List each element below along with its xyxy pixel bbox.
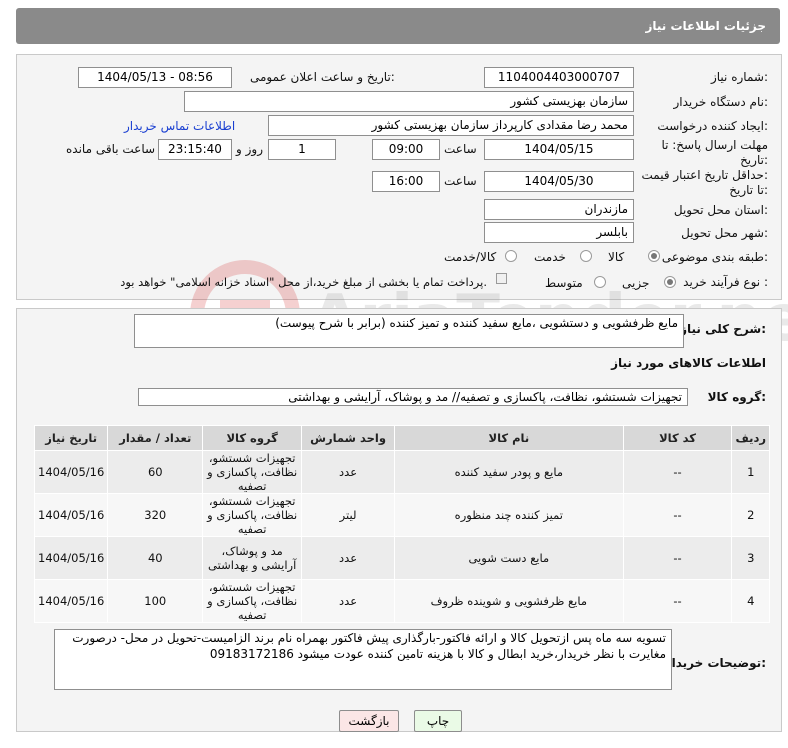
table-header-row: ردیف کد کالا نام کالا واحد شمارش گروه کا… (33, 425, 770, 451)
validity-label: حداقل تاریخ اعتبار قیمت: تا تاریخ: (641, 168, 768, 198)
remaining-label: ساعت باقی مانده (66, 142, 156, 156)
creator-label: ایجاد کننده درخواست: (657, 119, 768, 133)
cell-code: -- (622, 450, 733, 494)
category-radio-goods[interactable] (648, 250, 660, 262)
cell-quantity: 60 (107, 450, 204, 494)
remaining-time-field: 23:15:40 (158, 139, 232, 160)
process-label: نوع فرآیند خرید : (683, 275, 768, 289)
cell-code: -- (622, 579, 733, 623)
table-row: 2 -- تمیز کننده چند منظوره لیتر تجهیزات … (33, 493, 770, 537)
cell-unit: عدد (301, 536, 396, 580)
deadline-label-line2: تاریخ: (740, 153, 768, 167)
category-option-goods: کالا (608, 250, 625, 264)
col-header-group: گروه کالا (202, 425, 303, 451)
cell-date: 1404/05/16 (33, 450, 109, 494)
description-label: شرح کلی نیاز: (680, 322, 766, 336)
deadline-time-label: ساعت (444, 142, 477, 156)
deadline-time-field: 09:00 (372, 139, 440, 160)
announce-label: تاریخ و ساعت اعلان عمومی: (250, 70, 395, 84)
cell-date: 1404/05/16 (33, 536, 109, 580)
print-button[interactable]: چاپ (414, 710, 462, 732)
city-field: بابلسر (484, 222, 634, 243)
page-title: جزئیات اطلاعات نیاز (645, 19, 766, 33)
validity-label-line2: تا تاریخ: (729, 183, 768, 197)
province-field: مازندران (484, 199, 634, 220)
cell-group: تجهیزات شستشو، نظافت، پاکسازی و تصفیه (202, 493, 303, 537)
col-header-date: تاریخ نیاز (33, 425, 109, 451)
city-label: شهر محل تحویل: (681, 226, 768, 240)
cell-quantity: 40 (107, 536, 204, 580)
buyer-notes-field: تسویه سه ماه پس ازتحویل کالا و ارائه فاک… (54, 629, 672, 690)
process-option-medium: متوسط (545, 276, 583, 290)
goods-section-title: اطلاعات کالاهای مورد نیاز (611, 356, 766, 370)
table-row: 4 -- مایع ظرفشویی و شوینده ظروف عدد تجهی… (33, 579, 770, 623)
need-number-field: 1104004403000707 (484, 67, 634, 88)
cell-group: مد و پوشاک، آرایشی و بهداشتی (202, 536, 303, 580)
cell-quantity: 100 (107, 579, 204, 623)
category-radio-service[interactable] (580, 250, 592, 262)
days-field: 1 (268, 139, 336, 160)
cell-name: مایع و پودر سفید کننده (394, 450, 624, 494)
cell-row-number: 2 (731, 493, 770, 537)
validity-time-field: 16:00 (372, 171, 440, 192)
need-number-label: شماره نیاز: (710, 70, 768, 84)
cell-group: تجهیزات شستشو، نظافت، پاکسازی و تصفیه (202, 450, 303, 494)
deadline-label-line1: مهلت ارسال پاسخ: تا (661, 138, 768, 152)
creator-field: محمد رضا مقدادی کارپرداز سازمان بهزیستی … (268, 115, 634, 136)
category-radio-goods-service[interactable] (505, 250, 517, 262)
goods-group-label: گروه کالا: (707, 390, 766, 404)
days-label: روز و (236, 142, 263, 156)
cell-unit: لیتر (301, 493, 396, 537)
validity-time-label: ساعت (444, 174, 477, 188)
cell-code: -- (622, 536, 733, 580)
table-row: 1 -- مایع و پودر سفید کننده عدد تجهیزات … (33, 450, 770, 494)
cell-quantity: 320 (107, 493, 204, 537)
cell-row-number: 4 (731, 579, 770, 623)
buyer-contact-link[interactable]: اطلاعات تماس خریدار (124, 119, 235, 133)
cell-unit: عدد (301, 579, 396, 623)
treasury-payment-checkbox[interactable] (496, 273, 507, 284)
cell-name: مایع دست شویی (394, 536, 624, 580)
process-radio-medium[interactable] (594, 276, 606, 288)
col-header-name: نام کالا (394, 425, 624, 451)
cell-group: تجهیزات شستشو، نظافت، پاکسازی و تصفیه (202, 579, 303, 623)
province-label: استان محل تحویل: (673, 203, 768, 217)
cell-name: مایع ظرفشویی و شوینده ظروف (394, 579, 624, 623)
description-field: مایع ظرفشویی و دستشویی ،مایع سفید کننده … (134, 314, 684, 348)
validity-label-line1: حداقل تاریخ اعتبار قیمت: (641, 168, 768, 182)
cell-date: 1404/05/16 (33, 579, 109, 623)
back-button[interactable]: بازگشت (339, 710, 399, 732)
col-header-code: کد کالا (622, 425, 733, 451)
cell-date: 1404/05/16 (33, 493, 109, 537)
payment-note: پرداخت تمام یا بخشی از مبلغ خرید،از محل … (120, 275, 487, 289)
cell-unit: عدد (301, 450, 396, 494)
process-option-minor: جزیی (622, 276, 650, 290)
announce-field: 1404/05/13 - 08:56 (78, 67, 232, 88)
col-header-unit: واحد شمارش (301, 425, 396, 451)
col-header-row-number: ردیف (731, 425, 770, 451)
cell-code: -- (622, 493, 733, 537)
buyer-org-field: سازمان بهزیستی کشور (184, 91, 634, 112)
buyer-org-label: نام دستگاه خریدار: (673, 95, 769, 109)
col-header-quantity: تعداد / مقدار (107, 425, 204, 451)
validity-date-field: 1404/05/30 (484, 171, 634, 192)
cell-row-number: 3 (731, 536, 770, 580)
category-option-service: خدمت (534, 250, 566, 264)
cell-row-number: 1 (731, 450, 770, 494)
process-radio-minor[interactable] (664, 276, 676, 288)
category-option-goods-service: کالا/خدمت (444, 250, 497, 264)
table-row: 3 -- مایع دست شویی عدد مد و پوشاک، آرایش… (33, 536, 770, 580)
category-label: طبقه بندی موضوعی: (661, 250, 768, 264)
goods-table: ردیف کد کالا نام کالا واحد شمارش گروه کا… (33, 425, 770, 623)
deadline-label: مهلت ارسال پاسخ: تا تاریخ: (661, 138, 768, 168)
buyer-notes-label: توضیحات خریدار: (664, 656, 766, 670)
goods-group-field: تجهیزات شستشو، نظافت، پاکسازی و تصفیه// … (138, 388, 688, 406)
page-header: جزئیات اطلاعات نیاز (16, 8, 780, 44)
cell-name: تمیز کننده چند منظوره (394, 493, 624, 537)
deadline-date-field: 1404/05/15 (484, 139, 634, 160)
